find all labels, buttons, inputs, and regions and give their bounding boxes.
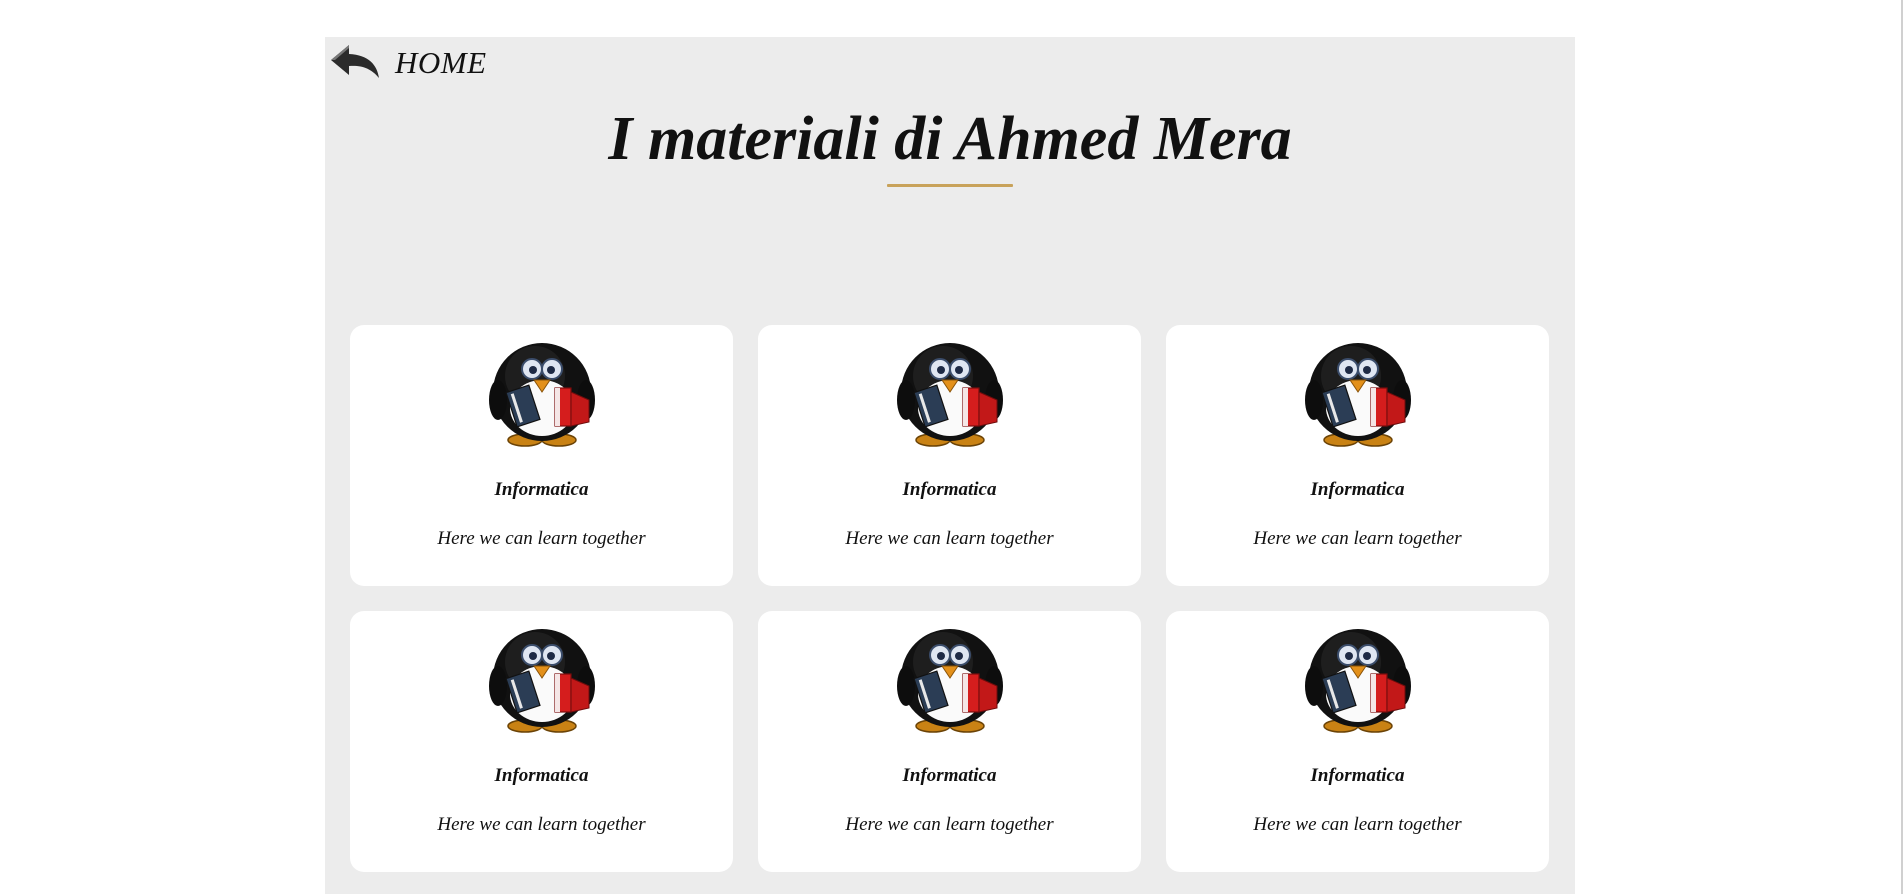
card-description: Here we can learn together [1253,528,1462,549]
course-card[interactable]: Informatica Here we can learn together [758,611,1141,872]
penguin-reader-icon [1305,622,1413,734]
course-card[interactable]: Informatica Here we can learn together [758,325,1141,586]
card-title: Informatica [1310,479,1405,500]
title-divider [887,184,1013,187]
card-title: Informatica [902,479,997,500]
page: HOME I materiali di Ahmed Mera Informati… [0,0,1903,894]
course-card[interactable]: Informatica Here we can learn together [1166,325,1549,586]
course-card[interactable]: Informatica Here we can learn together [1166,611,1549,872]
card-title: Informatica [494,765,589,786]
card-title: Informatica [1310,765,1405,786]
penguin-reader-icon [489,622,597,734]
card-title: Informatica [902,765,997,786]
card-description: Here we can learn together [845,814,1054,835]
card-grid: Informatica Here we can learn together I… [350,325,1550,872]
penguin-reader-icon [1305,336,1413,448]
card-description: Here we can learn together [1253,814,1462,835]
penguin-reader-icon [897,622,1005,734]
penguin-reader-icon [897,336,1005,448]
course-card[interactable]: Informatica Here we can learn together [350,325,733,586]
back-arrow-icon [329,43,383,81]
card-title: Informatica [494,479,589,500]
page-title: I materiali di Ahmed Mera [608,105,1292,173]
card-description: Here we can learn together [845,528,1054,549]
card-description: Here we can learn together [437,814,646,835]
penguin-reader-icon [489,336,597,448]
home-label: HOME [395,44,487,80]
course-card[interactable]: Informatica Here we can learn together [350,611,733,872]
main-container: HOME I materiali di Ahmed Mera Informati… [325,37,1575,894]
card-description: Here we can learn together [437,528,646,549]
home-link[interactable]: HOME [329,43,487,81]
